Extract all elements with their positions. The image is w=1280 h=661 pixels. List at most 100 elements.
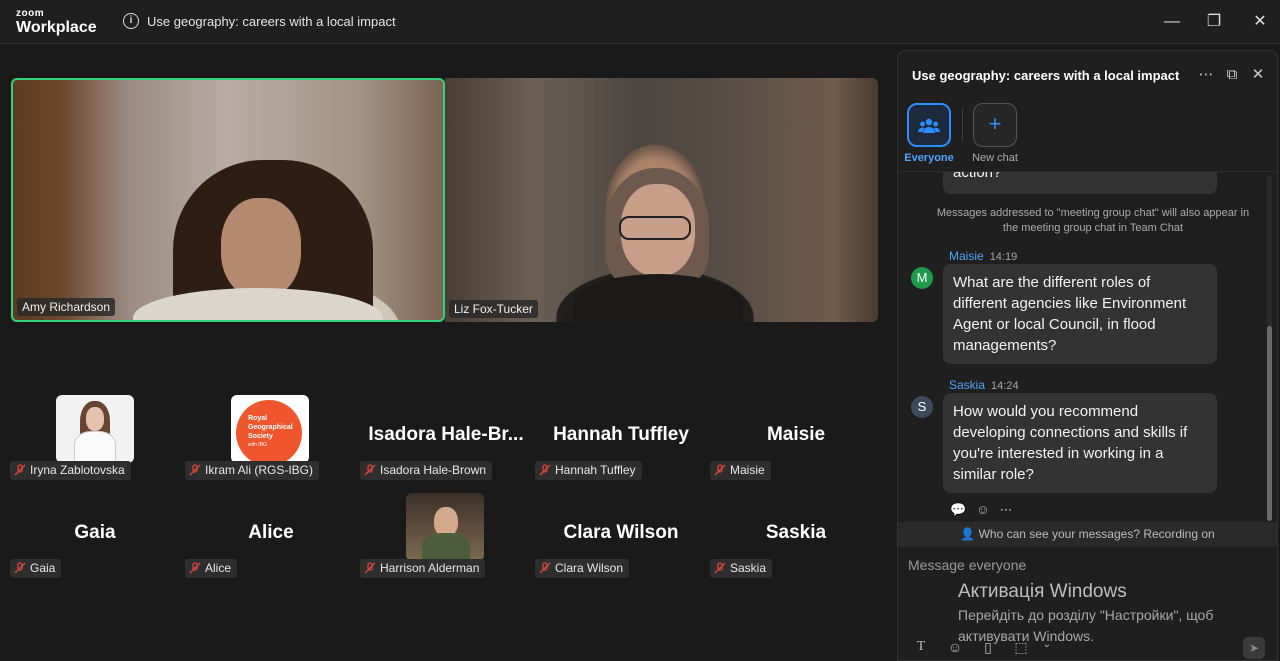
close-chat-icon[interactable]: ✕ bbox=[1248, 65, 1268, 85]
speaker-name-tag: Amy Richardson bbox=[17, 298, 116, 316]
participant-name: Harrison Alderman bbox=[380, 561, 480, 575]
person-lock-icon: 👤 bbox=[960, 527, 976, 541]
message-actions: 💬 ☺ ⋯ bbox=[950, 502, 1022, 518]
mic-muted-icon bbox=[714, 562, 726, 574]
mic-muted-icon bbox=[539, 562, 551, 574]
speaker-name-tag: Liz Fox-Tucker bbox=[449, 300, 538, 318]
people-group-icon bbox=[918, 118, 940, 133]
logo-workplace-text: Workplace bbox=[16, 19, 97, 36]
participant-name: Alice bbox=[205, 561, 232, 575]
chat-scrollbar[interactable] bbox=[1267, 176, 1272, 521]
participant-tile-gaia[interactable]: Gaia bbox=[10, 559, 62, 578]
participant-display-name: Gaia bbox=[74, 522, 116, 543]
chevron-down-icon[interactable]: ⌄ bbox=[1038, 639, 1056, 650]
message-text: How would you recommend developing conne… bbox=[953, 403, 1188, 483]
screenshot-icon[interactable]: ⬚ bbox=[1012, 639, 1030, 656]
mic-muted-icon bbox=[14, 464, 26, 476]
privacy-text: Who can see your messages? Recording on bbox=[978, 527, 1215, 541]
chat-message-bubble[interactable]: How would you recommend developing conne… bbox=[943, 393, 1217, 493]
mic-muted-icon bbox=[364, 562, 376, 574]
participant-name: Iryna Zablotovska bbox=[30, 463, 125, 477]
participant-photo-rgs-logo: Royal Geographical Society with IBG bbox=[231, 395, 309, 463]
tab-divider bbox=[962, 109, 963, 141]
participant-name: Gaia bbox=[30, 561, 56, 575]
scroll-thumb[interactable] bbox=[1267, 326, 1272, 521]
emoji-icon[interactable]: ☺ bbox=[946, 639, 964, 655]
new-chat-button[interactable]: + bbox=[973, 103, 1017, 147]
more-icon[interactable]: ⋯ bbox=[999, 502, 1012, 517]
mic-muted-icon bbox=[189, 464, 201, 476]
pop-out-icon[interactable]: ⧉ bbox=[1222, 65, 1242, 85]
chat-panel: Use geography: careers with a local impa… bbox=[897, 50, 1278, 661]
restore-icon[interactable]: ❐ bbox=[1200, 8, 1228, 36]
close-icon[interactable]: ✕ bbox=[1246, 8, 1274, 36]
participant-name: Maisie bbox=[730, 463, 765, 477]
reply-icon[interactable]: 💬 bbox=[950, 502, 966, 517]
participant-tile-ikram[interactable]: Ikram Ali (RGS-IBG) bbox=[185, 461, 320, 480]
chat-message-bubble[interactable]: What are the different roles of differen… bbox=[943, 264, 1217, 364]
plus-icon: + bbox=[988, 111, 1002, 136]
participant-tile-iryna[interactable]: Iryna Zablotovska bbox=[10, 461, 131, 480]
participant-photo-iryna bbox=[56, 395, 134, 463]
participant-name: Isadora Hale-Brown bbox=[380, 463, 487, 477]
sender-name[interactable]: Maisie bbox=[949, 249, 984, 263]
participant-tile-maisie[interactable]: Maisie bbox=[710, 461, 771, 480]
participant-photo-harrison bbox=[406, 493, 484, 561]
mic-muted-icon bbox=[189, 562, 201, 574]
participant-name: Saskia bbox=[730, 561, 767, 575]
participant-display-name: Isadora Hale-Br... bbox=[368, 424, 524, 445]
rgs-logo-line: with IBG bbox=[248, 442, 267, 448]
participant-display-name: Hannah Tuffley bbox=[553, 424, 689, 445]
info-icon[interactable]: i bbox=[123, 13, 139, 29]
chat-title: Use geography: careers with a local impa… bbox=[912, 68, 1180, 83]
participant-tile-saskia[interactable]: Saskia bbox=[710, 559, 773, 578]
privacy-notice[interactable]: 👤 Who can see your messages? Recording o… bbox=[898, 522, 1277, 547]
participant-name: Ikram Ali (RGS-IBG) bbox=[205, 463, 314, 477]
video-face bbox=[221, 198, 301, 298]
message-sender: Saskia 14:24 bbox=[949, 378, 1019, 392]
zoom-logo: zoom Workplace bbox=[16, 9, 97, 36]
participant-name: Hannah Tuffley bbox=[555, 463, 636, 477]
tab-new-chat-label: New chat bbox=[972, 152, 1018, 164]
participant-display-name: Saskia bbox=[765, 522, 827, 543]
watermark-subtitle: Перейдіть до розділу "Настройки", щоб ак… bbox=[958, 607, 1214, 644]
avatar[interactable]: S bbox=[911, 396, 933, 418]
tab-everyone-label: Everyone bbox=[904, 152, 954, 164]
participant-display-name: Alice bbox=[248, 522, 294, 543]
rgs-logo-line: Royal bbox=[248, 415, 268, 422]
more-options-icon[interactable]: ⋯ bbox=[1196, 65, 1216, 85]
message-text: What are the different roles of differen… bbox=[953, 274, 1187, 354]
windows-activation-watermark: Активація Windows Перейдіть до розділу "… bbox=[958, 581, 1277, 647]
meeting-topic: Use geography: careers with a local impa… bbox=[147, 14, 396, 29]
text-format-icon[interactable]: T bbox=[912, 639, 930, 655]
participant-display-name: Maisie bbox=[766, 424, 826, 445]
watermark-title: Активація Windows bbox=[958, 581, 1127, 602]
participant-tile-hannah[interactable]: Hannah Tuffley bbox=[535, 461, 642, 480]
tab-everyone[interactable] bbox=[907, 103, 951, 147]
sender-name[interactable]: Saskia bbox=[949, 378, 985, 392]
message-input[interactable]: Message everyone bbox=[908, 557, 1026, 573]
message-sender: Maisie 14:19 bbox=[949, 249, 1017, 263]
minimize-icon[interactable]: — bbox=[1158, 8, 1186, 36]
avatar[interactable]: M bbox=[911, 267, 933, 289]
participant-tile-alice[interactable]: Alice bbox=[185, 559, 238, 578]
video-tile-liz-fox-tucker[interactable]: Liz Fox-Tucker bbox=[445, 78, 878, 322]
participant-tile-clara[interactable]: Clara Wilson bbox=[535, 559, 630, 578]
message-time: 14:19 bbox=[989, 251, 1018, 263]
participant-tile-isadora[interactable]: Isadora Hale-Brown bbox=[360, 461, 493, 480]
title-bar: zoom Workplace i Use geography: careers … bbox=[0, 0, 1280, 44]
video-tile-amy-richardson[interactable]: Amy Richardson bbox=[11, 78, 445, 322]
mic-muted-icon bbox=[14, 562, 26, 574]
rgs-logo: Royal Geographical Society with IBG bbox=[236, 400, 302, 463]
rgs-logo-line: Geographical bbox=[248, 424, 293, 431]
chat-messages[interactable]: action? Messages addressed to "meeting g… bbox=[898, 171, 1277, 521]
file-icon[interactable]: ▯ bbox=[979, 639, 997, 656]
rgs-logo-line: Society bbox=[248, 433, 273, 440]
send-button[interactable]: ➤ bbox=[1243, 637, 1265, 659]
mic-muted-icon bbox=[364, 464, 376, 476]
participant-tile-harrison[interactable]: Harrison Alderman bbox=[360, 559, 486, 578]
emoji-reaction-icon[interactable]: ☺ bbox=[976, 502, 989, 517]
video-glasses bbox=[619, 216, 691, 240]
chat-message-bubble: action? bbox=[943, 172, 1217, 194]
chat-notice: Messages addressed to "meeting group cha… bbox=[936, 207, 1250, 234]
